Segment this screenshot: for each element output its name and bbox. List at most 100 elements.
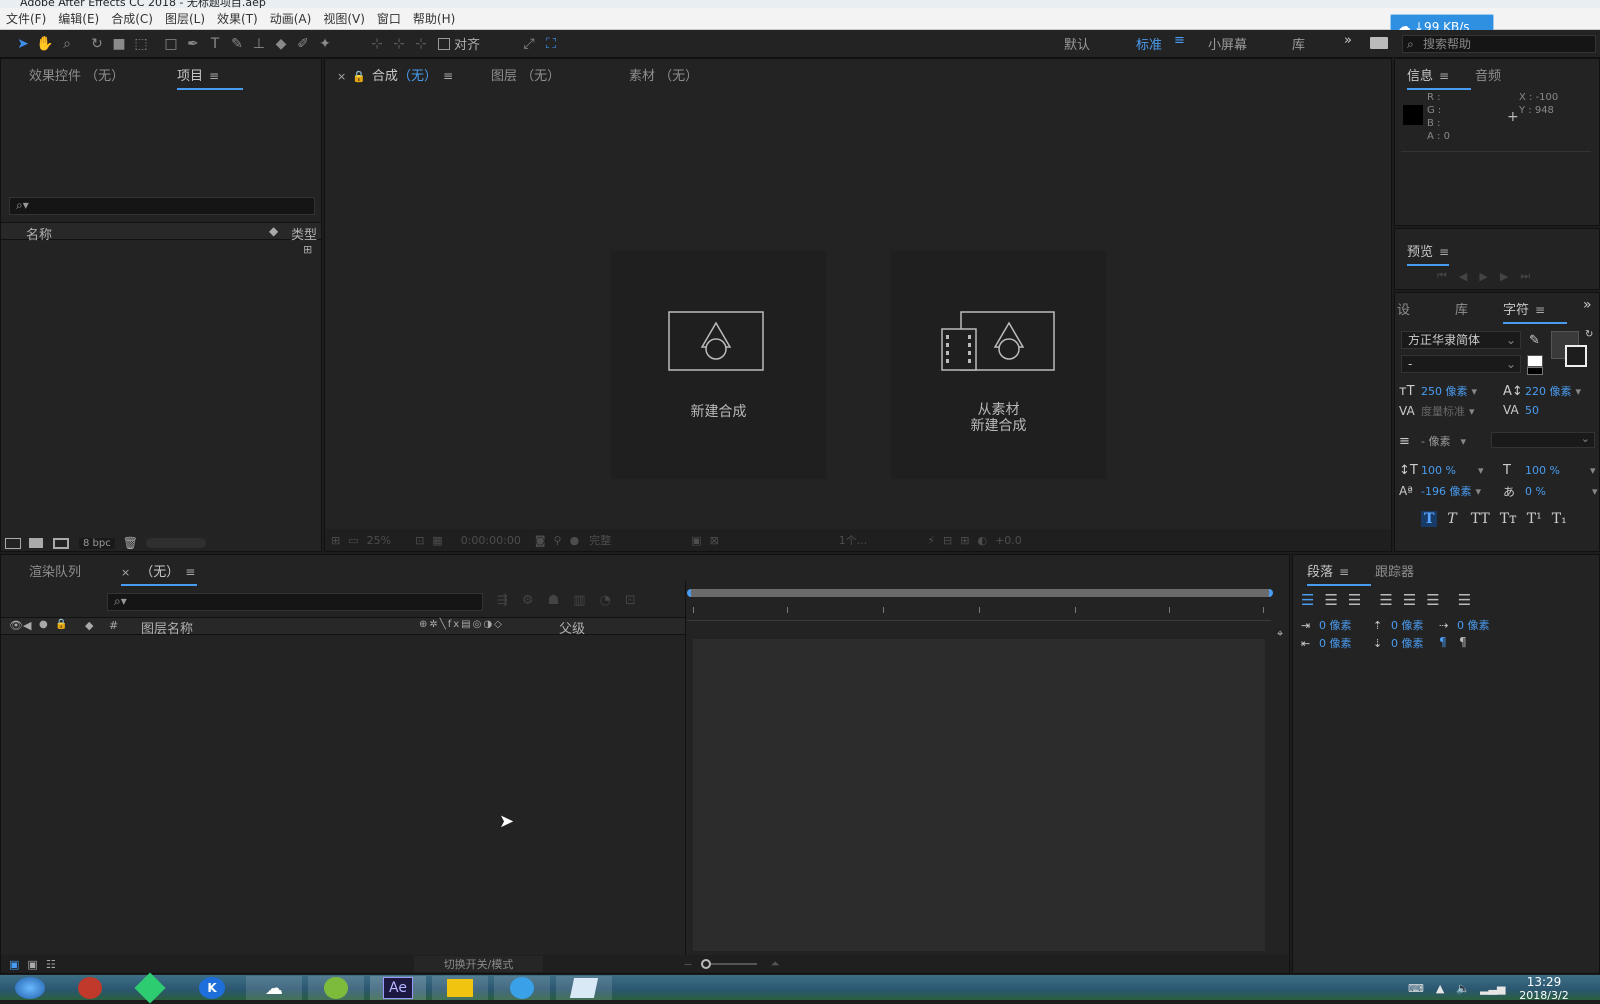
lock-icon[interactable]: 🔒 (352, 70, 366, 83)
world-axis-icon[interactable]: ⊹ (388, 33, 410, 55)
rtl-direction-icon[interactable]: ¶ (1459, 635, 1467, 649)
tab-render-queue[interactable]: 渲染队列 (29, 561, 81, 580)
panel-menu-icon[interactable]: ≡ (209, 69, 219, 83)
snapshot-icon[interactable]: ◙ (535, 534, 546, 547)
comp-flowchart-icon[interactable]: ⊞ (960, 534, 969, 547)
tab-library[interactable]: 库 (1455, 299, 1468, 318)
roi-icon[interactable]: ▣ (691, 534, 701, 547)
col-hash[interactable]: # (109, 619, 118, 632)
after-effects-icon[interactable]: Ae (370, 976, 426, 1000)
workspace-default[interactable]: 默认 (1064, 34, 1090, 53)
current-time[interactable]: 0:00:00:00 (461, 534, 521, 547)
new-comp-from-footage-card[interactable]: 从素材 新建合成 (891, 251, 1106, 479)
menu-help[interactable]: 帮助(H) (407, 8, 461, 30)
menu-view[interactable]: 视图(V) (317, 8, 371, 30)
shy-layers-icon[interactable]: ☗ (548, 593, 560, 608)
col-parent[interactable]: 父级 (559, 618, 585, 637)
tracking-field[interactable]: VA50▾ (1503, 403, 1600, 417)
black-swatch[interactable] (1527, 367, 1543, 375)
draft-3d-icon[interactable]: ⚙ (522, 593, 534, 608)
camera-tool-icon[interactable]: ■ (108, 33, 130, 55)
font-size-value[interactable]: 250 像素 (1421, 383, 1468, 399)
rectangle-tool-icon[interactable]: □ (160, 33, 182, 55)
selection-tool-icon[interactable]: ➤ (12, 33, 34, 55)
menu-file[interactable]: 文件(F) (0, 8, 52, 30)
vertical-scale-field[interactable]: ↕T 100 % ▾ (1399, 463, 1483, 478)
keyboard-icon[interactable]: ⌨ (1408, 982, 1424, 995)
k-app-icon[interactable]: K (184, 976, 240, 1000)
panel-menu-icon[interactable]: ≡ (185, 565, 195, 579)
menu-window[interactable]: 窗口 (371, 8, 407, 30)
timeline-track-area[interactable] (693, 639, 1265, 951)
first-frame-icon[interactable]: ⏮ (1437, 269, 1447, 283)
indent-first-value[interactable]: 0 像素 (1457, 617, 1490, 633)
tab-character[interactable]: 字符 ≡ (1503, 299, 1568, 324)
leading-field[interactable]: A↕ 220 像素 ▾ (1503, 383, 1581, 399)
audio-icon[interactable]: ◀ (23, 619, 31, 632)
space-after-field[interactable]: ⇣ 0 像素 (1373, 635, 1424, 651)
menu-composition[interactable]: 合成(C) (105, 8, 159, 30)
align-center-icon[interactable]: ☰ (1324, 591, 1337, 609)
tab-timeline[interactable]: × （无） ≡ (121, 561, 198, 586)
comp-button-icon[interactable]: ⌖ (1277, 627, 1283, 641)
indent-left-value[interactable]: 0 像素 (1319, 617, 1352, 633)
col-name[interactable]: 名称 (26, 224, 52, 243)
baseline-shift-value[interactable]: -196 像素 (1421, 483, 1471, 499)
zoom-tool-icon[interactable]: ⌕ (56, 33, 78, 55)
sync-settings-icon[interactable] (1370, 37, 1388, 49)
justify-last-center-icon[interactable]: ☰ (1403, 591, 1416, 609)
indent-right-field[interactable]: ⇤ 0 像素 (1301, 635, 1352, 651)
tab-settings-abbrev[interactable]: 设 (1397, 299, 1410, 318)
chevron-down-icon[interactable]: ▾ (1469, 405, 1475, 418)
tsume-field[interactable]: あ 0 % ▾ (1503, 483, 1597, 500)
justify-all-icon[interactable]: ☰ (1458, 591, 1471, 609)
space-before-value[interactable]: 0 像素 (1391, 617, 1424, 633)
player-icon[interactable] (62, 976, 118, 1000)
space-after-value[interactable]: 0 像素 (1391, 635, 1424, 651)
close-icon[interactable]: × (121, 566, 130, 579)
new-composition-card[interactable]: 新建合成 (611, 251, 826, 479)
indent-left-field[interactable]: ⇥ 0 像素 (1301, 617, 1352, 633)
motion-blur-icon[interactable]: ◔ (600, 593, 611, 608)
font-size-field[interactable]: тT 250 像素 ▾ (1399, 383, 1477, 399)
leading-value[interactable]: 220 像素 (1525, 383, 1572, 399)
indent-first-field[interactable]: ⇢ 0 像素 (1439, 617, 1490, 633)
panel-menu-icon[interactable]: ≡ (1339, 565, 1349, 579)
solo-icon[interactable]: ● (39, 619, 48, 630)
expand-transfer-controls-icon[interactable]: ▣ (27, 958, 37, 971)
last-frame-icon[interactable]: ⏭ (1520, 269, 1530, 283)
workspace-library[interactable]: 库 (1292, 34, 1305, 53)
exposure-value[interactable]: +0.0 (995, 534, 1022, 547)
swap-colors-icon[interactable]: ↻ (1585, 329, 1593, 340)
tab-composition[interactable]: × 🔒 合成（无） ≡ (337, 65, 458, 90)
stroke-width-value[interactable]: - 像素 (1421, 433, 1450, 449)
green-app-icon[interactable] (122, 972, 178, 1004)
tab-effect-controls[interactable]: 效果控件 （无） (29, 65, 124, 84)
resolution-select[interactable]: 完整 (589, 532, 611, 548)
chevron-down-icon[interactable]: ▾ (1460, 435, 1466, 448)
workspace-menu-icon[interactable]: ≡ (1174, 33, 1185, 48)
label-tag-icon[interactable]: ◆ (269, 224, 278, 238)
workspace-standard[interactable]: 标准 (1136, 34, 1162, 53)
timeline-icon[interactable]: ⊟ (943, 534, 952, 547)
tab-project[interactable]: 项目 ≡ (177, 65, 244, 90)
kerning-value[interactable]: 度量标准 (1421, 403, 1465, 419)
flowchart-icon[interactable]: ⊞ (303, 243, 312, 256)
eyedropper-icon[interactable]: ✎ (1529, 333, 1540, 348)
fast-preview-icon[interactable]: ⚡ (927, 534, 935, 547)
label-tag-icon[interactable]: ◆ (85, 619, 93, 632)
puppet-tool-icon[interactable]: ✦ (314, 33, 336, 55)
interpret-footage-icon[interactable] (5, 537, 21, 549)
align-right-icon[interactable]: ☰ (1348, 591, 1361, 609)
volume-icon[interactable]: 🔈 (1456, 982, 1470, 995)
superscript-button[interactable]: T¹ (1527, 511, 1542, 527)
thumbnail-slider[interactable] (145, 538, 206, 548)
close-icon[interactable]: × (337, 70, 346, 83)
monitor-icon[interactable]: ▭ (348, 534, 358, 547)
tray-expand-icon[interactable]: ▲ (1436, 982, 1444, 995)
tab-info[interactable]: 信息 ≡ (1407, 65, 1472, 90)
chevron-down-icon[interactable]: ▾ (1478, 464, 1484, 477)
chevron-down-icon[interactable]: ▾ (1475, 485, 1481, 498)
snap-toggle[interactable]: 对齐 (438, 34, 480, 53)
menu-animation[interactable]: 动画(A) (264, 8, 318, 30)
